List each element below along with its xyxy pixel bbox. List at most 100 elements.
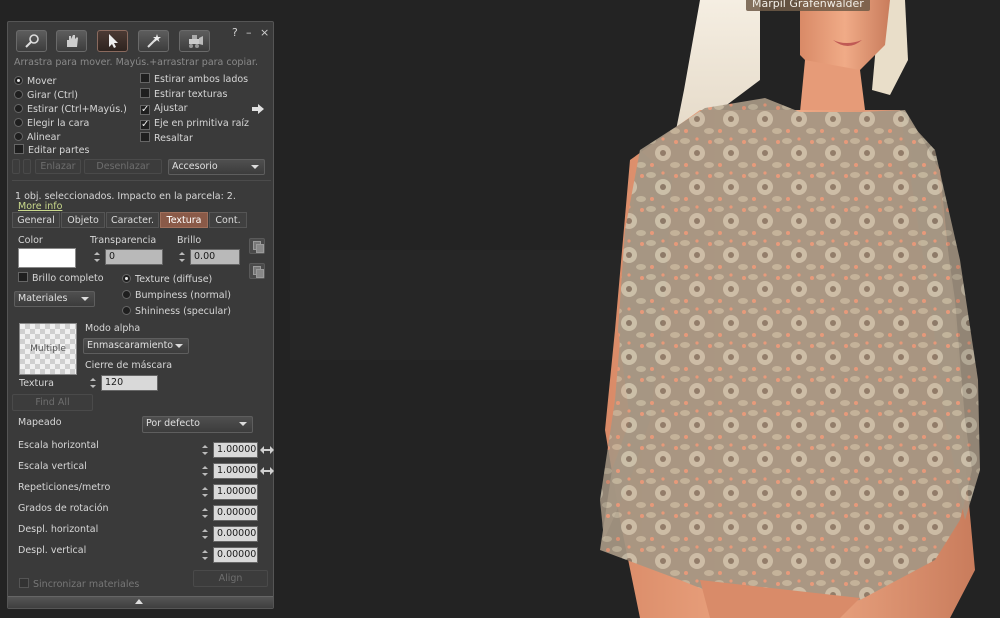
param-label: Escala vertical [18, 461, 87, 472]
root-axis-checkbox[interactable]: ✓ Eje en primitiva raíz [140, 117, 249, 130]
radio-icon [14, 118, 23, 127]
mode-move[interactable]: Mover [14, 75, 56, 88]
param-spinner[interactable] [200, 442, 212, 458]
param-label: Grados de rotación [18, 503, 109, 514]
link-button[interactable]: Enlazar [35, 159, 81, 174]
land-tool-button[interactable] [179, 30, 210, 52]
sync-materials-checkbox[interactable]: Sincronizar materiales [19, 578, 139, 591]
hand-icon [67, 35, 78, 47]
param-field[interactable]: 1.00000 [213, 484, 258, 500]
tab-general[interactable]: General [12, 212, 60, 228]
paste-icon[interactable] [249, 263, 265, 279]
alpha-mode-label: Modo alpha [85, 323, 141, 334]
attach-point-combo[interactable]: Accesorio [168, 159, 265, 175]
check-mark-icon: ✓ [140, 119, 150, 130]
radio-icon [122, 290, 131, 299]
help-button[interactable]: ? [232, 26, 238, 39]
param-field[interactable]: 0.00000 [213, 505, 258, 521]
glow-field[interactable]: 0.00 [190, 249, 240, 265]
link-arrows-icon[interactable] [260, 465, 274, 477]
pointer-icon [109, 34, 118, 48]
glow-label: Brillo [177, 235, 202, 246]
mode-select-face[interactable]: Elegir la cara [14, 117, 89, 130]
edit-tool-button[interactable] [97, 30, 128, 52]
radio-icon [122, 306, 131, 315]
param-spinner[interactable] [200, 463, 212, 479]
highlight-checkbox[interactable]: Resaltar [140, 132, 193, 145]
param-field[interactable]: 1.00000 [213, 463, 258, 479]
radio-icon [14, 90, 23, 99]
bulldozer-icon [189, 35, 203, 48]
param-spinner[interactable] [200, 505, 212, 521]
param-label: Despl. vertical [18, 545, 87, 556]
align-button[interactable]: Align [193, 570, 268, 587]
copy-icon[interactable] [249, 238, 265, 254]
checkbox-icon [14, 144, 24, 154]
param-field[interactable]: 0.00000 [213, 547, 258, 563]
move-tool-button[interactable] [56, 30, 87, 52]
chevron-down-icon [239, 422, 247, 426]
texture-label: Textura [19, 378, 54, 389]
tab-features[interactable]: Caracter. [106, 212, 159, 228]
build-floater[interactable]: ? – × Arrastra para mover. Mayús.+arrast… [7, 21, 274, 609]
avatar-name-tag: Marpil Grafenwalder [746, 0, 870, 11]
collapse-bar[interactable] [8, 596, 273, 608]
mapping-combo[interactable]: Por defecto [142, 416, 253, 433]
radio-icon [122, 274, 131, 283]
edit-parts-checkbox[interactable]: Editar partes [14, 144, 89, 157]
tab-texture[interactable]: Textura [160, 212, 208, 228]
magic-wand-icon [147, 34, 161, 48]
param-label: Escala horizontal [18, 440, 99, 451]
unlink-button[interactable]: Desenlazar [84, 159, 162, 174]
chevron-down-icon [175, 344, 183, 348]
minimize-button[interactable]: – [246, 26, 252, 39]
map-normal[interactable]: Bumpiness (normal) [122, 289, 231, 302]
mask-cutoff-spinner[interactable] [88, 375, 100, 391]
stretch-both-sides-checkbox[interactable]: Estirar ambos lados [140, 73, 248, 86]
tab-contents[interactable]: Cont. [209, 212, 247, 228]
texture-thumbnail[interactable]: Multiple [19, 323, 77, 375]
mode-rotate[interactable]: Girar (Ctrl) [14, 89, 78, 102]
chevron-down-icon [81, 297, 89, 301]
mode-align[interactable]: Alinear [14, 131, 60, 144]
transparency-field[interactable]: 0 [105, 249, 163, 265]
find-all-button[interactable]: Find All [12, 394, 93, 411]
mode-stretch[interactable]: Estirar (Ctrl+Mayús.) [14, 103, 127, 116]
create-tool-button[interactable] [138, 30, 169, 52]
radio-icon [14, 132, 23, 141]
map-diffuse[interactable]: Texture (diffuse) [122, 273, 212, 286]
stretch-textures-checkbox[interactable]: Estirar texturas [140, 88, 227, 101]
map-specular[interactable]: Shininess (specular) [122, 305, 231, 318]
param-spinner[interactable] [200, 526, 212, 542]
mask-cutoff-field[interactable]: 120 [101, 375, 158, 391]
color-swatch[interactable] [18, 248, 76, 268]
color-label: Color [18, 235, 43, 246]
param-field[interactable]: 0.00000 [213, 526, 258, 542]
close-button[interactable]: × [260, 26, 269, 39]
param-spinner[interactable] [200, 547, 212, 563]
param-label: Repeticiones/metro [18, 482, 111, 493]
link-prev-button[interactable] [12, 159, 20, 174]
focus-tool-button[interactable] [16, 30, 47, 52]
checkbox-icon [140, 132, 150, 142]
more-info-link[interactable]: More info [18, 201, 62, 212]
radio-icon [14, 76, 23, 85]
alpha-mode-combo[interactable]: Enmascaramiento [83, 338, 189, 354]
param-field[interactable]: 1.00000 [213, 442, 258, 458]
fullbright-checkbox[interactable]: Brillo completo [18, 272, 104, 285]
transparency-spinner[interactable] [92, 249, 104, 265]
mapping-label: Mapeado [18, 417, 62, 428]
param-label: Despl. horizontal [18, 524, 99, 535]
param-spinner[interactable] [200, 484, 212, 500]
tab-object[interactable]: Objeto [61, 212, 105, 228]
link-next-button[interactable] [23, 159, 31, 174]
materials-combo[interactable]: Materiales [14, 291, 95, 307]
magnifier-icon [25, 34, 39, 48]
chevron-down-icon [251, 165, 259, 169]
glow-spinner[interactable] [177, 249, 189, 265]
arrow-right-icon[interactable] [252, 104, 264, 114]
snap-checkbox[interactable]: ✓ Ajustar [140, 102, 188, 115]
check-mark-icon: ✓ [140, 104, 150, 115]
link-arrows-icon[interactable] [260, 444, 274, 456]
divider [12, 180, 271, 181]
